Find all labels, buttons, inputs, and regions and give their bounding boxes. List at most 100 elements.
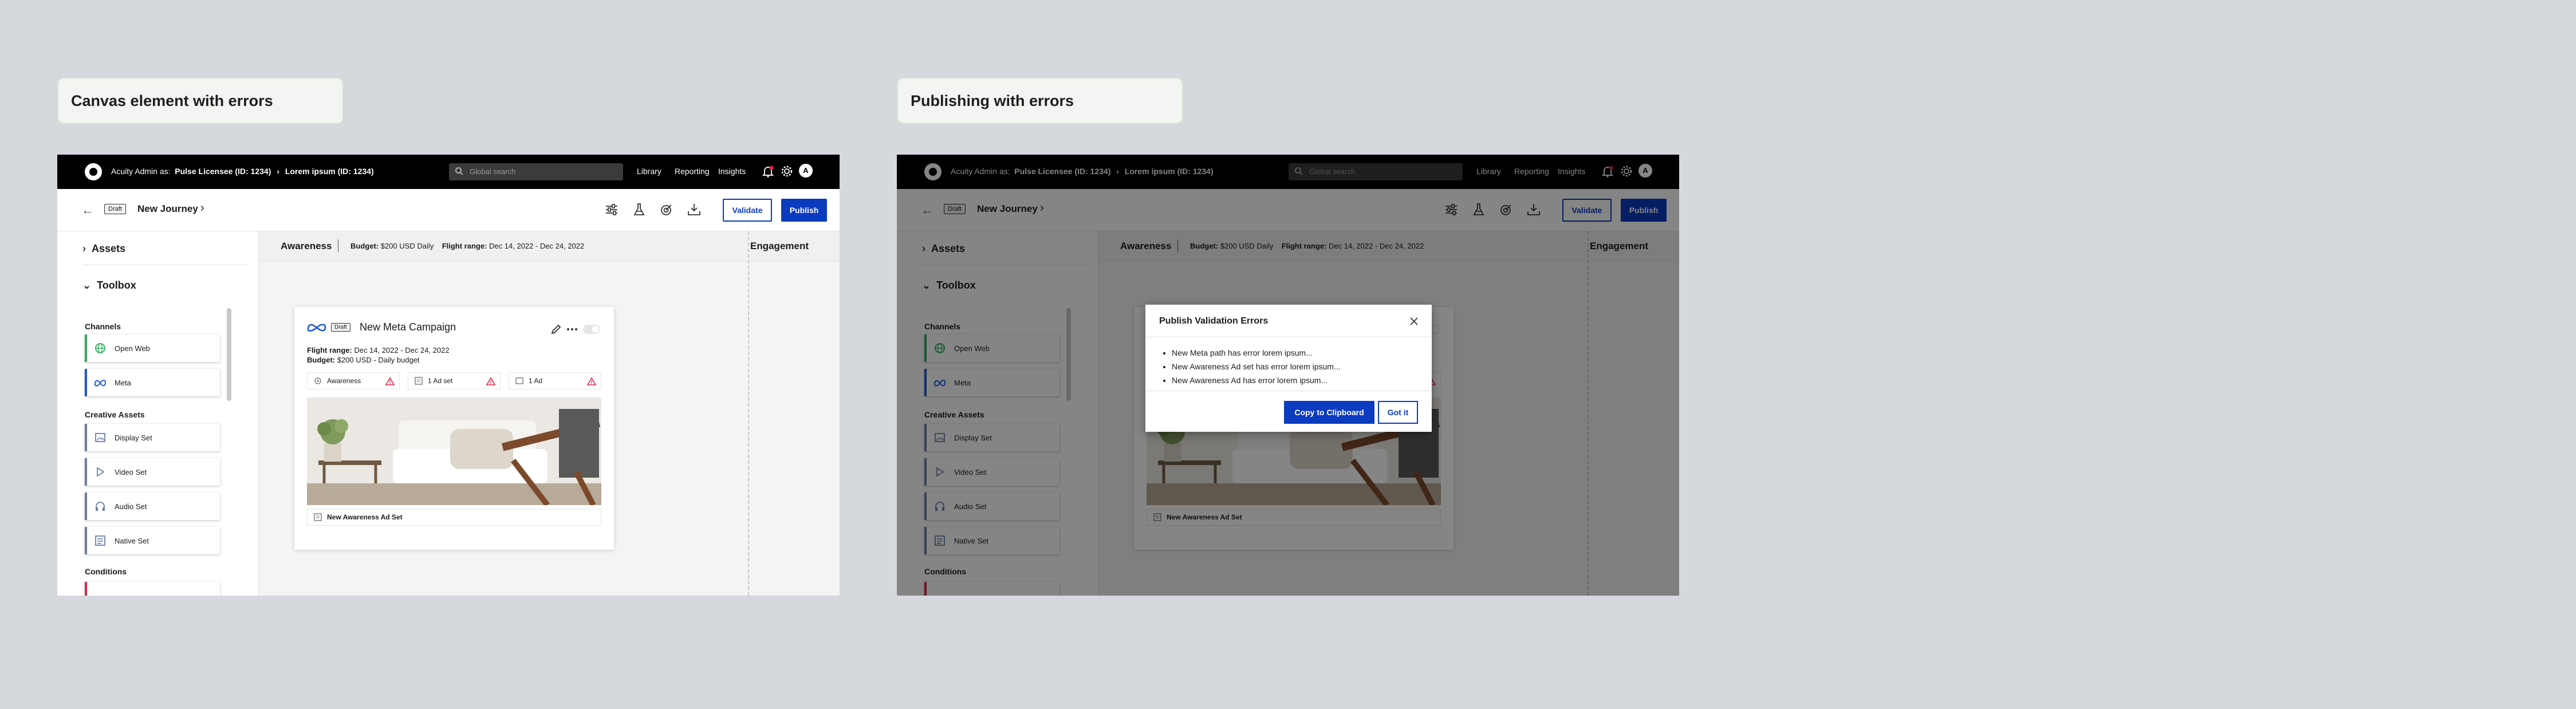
chevron-right-icon: › xyxy=(277,167,279,176)
toolbox-item-label: Display Set xyxy=(115,433,152,442)
ad-icon xyxy=(515,377,523,384)
chip-label: Awareness xyxy=(327,377,361,385)
play-icon xyxy=(97,467,105,477)
toolbox-item-video-set[interactable]: Video Set xyxy=(85,458,220,486)
toolbox-item-native-set[interactable]: Native Set xyxy=(85,527,220,554)
campaign-card[interactable]: Draft New Meta Campaign Flight range: De… xyxy=(294,307,614,550)
download-tray-icon[interactable] xyxy=(686,202,702,218)
left-sidebar: › Assets ⌄ Toolbox Channels Open Web Meta … xyxy=(57,231,259,596)
campaign-flight: Flight range: Dec 14, 2022 - Dec 24, 202… xyxy=(307,346,450,354)
filter-sliders-icon[interactable] xyxy=(604,202,620,218)
error-warning-icon xyxy=(385,377,395,385)
account-link[interactable]: Lorem ipsum (ID: 1234) xyxy=(285,167,374,176)
caption-publishing-errors: Publishing with errors xyxy=(897,77,1183,124)
chip-ad[interactable]: 1 Ad xyxy=(509,372,601,389)
error-item: New Awareness Ad set has error lorem ips… xyxy=(1172,360,1341,373)
draft-badge: Draft xyxy=(331,323,350,332)
toolbox-item-audio-set[interactable]: Audio Set xyxy=(85,493,220,520)
publish-errors-dialog: Publish Validation Errors New Meta path … xyxy=(1145,305,1432,432)
error-item: New Meta path has error lorem ipsum... xyxy=(1172,346,1341,360)
native-icon xyxy=(95,535,105,546)
image-icon xyxy=(95,433,105,442)
toolbox-section-toggle[interactable]: ⌄ Toolbox xyxy=(82,279,136,292)
category-creative-assets: Creative Assets xyxy=(85,410,145,419)
chip-awareness[interactable]: Awareness xyxy=(307,372,400,389)
campaign-toggle[interactable] xyxy=(583,325,600,334)
screen-publishing-errors: Acuity Admin as: Pulse Licensee (ID: 123… xyxy=(897,155,1679,596)
campaign-budget: Budget: $200 USD - Daily budget xyxy=(307,356,420,364)
toolbox-item-label: Native Set xyxy=(115,536,149,545)
user-avatar[interactable]: A xyxy=(799,164,813,178)
ad-preview-image xyxy=(307,397,601,505)
toolbox-item-label: Audio Set xyxy=(115,502,147,511)
nav-insights[interactable]: Insights xyxy=(718,167,746,176)
chevron-right-icon[interactable]: › xyxy=(200,202,204,215)
headphones-icon xyxy=(96,502,105,511)
toolbox-item-condition[interactable] xyxy=(85,582,220,596)
toolbox-item-open-web[interactable]: Open Web xyxy=(85,334,220,362)
toolbox-label: Toolbox xyxy=(97,279,136,291)
target-icon[interactable] xyxy=(659,202,675,218)
assets-label: Assets xyxy=(92,243,126,254)
meta-icon xyxy=(307,324,326,332)
chevron-down-icon: ⌄ xyxy=(82,279,92,291)
category-conditions: Conditions xyxy=(85,567,127,576)
journey-title[interactable]: New Journey xyxy=(137,203,198,215)
global-topbar: Acuity Admin as: Pulse Licensee (ID: 123… xyxy=(57,155,840,189)
close-icon[interactable] xyxy=(1409,316,1419,326)
toolbox-item-meta[interactable]: Meta xyxy=(85,369,220,396)
search-placeholder: Global search xyxy=(470,167,516,176)
toolbox-item-label: Open Web xyxy=(115,344,150,353)
sidebar-scrollbar[interactable] xyxy=(227,308,231,401)
assets-section-toggle[interactable]: › Assets xyxy=(82,243,125,255)
license-link[interactable]: Pulse Licensee (ID: 1234) xyxy=(175,167,271,176)
more-options-icon[interactable] xyxy=(566,323,578,336)
chip-ad-set[interactable]: 1 Ad set xyxy=(408,372,501,389)
error-list: New Meta path has error lorem ipsum... N… xyxy=(1172,346,1341,387)
ad-set-label: New Awareness Ad Set xyxy=(327,513,403,521)
chip-label: 1 Ad set xyxy=(428,377,453,385)
ad-set-row[interactable]: New Awareness Ad Set xyxy=(307,509,601,526)
draft-badge: Draft xyxy=(104,204,126,214)
journey-toolbar: ← Draft New Journey › Validate Publish xyxy=(57,189,840,231)
validate-button[interactable]: Validate xyxy=(723,199,772,222)
campaign-title: New Meta Campaign xyxy=(360,321,456,333)
toolbox-item-label: Video Set xyxy=(115,467,147,476)
edit-pencil-icon[interactable] xyxy=(550,323,562,336)
nav-reporting[interactable]: Reporting xyxy=(675,167,710,176)
chip-label: 1 Ad xyxy=(529,377,543,385)
toolbox-item-label: Meta xyxy=(115,378,131,387)
error-warning-icon xyxy=(486,377,495,385)
column-meta: Budget: $200 USD Daily Flight range: Dec… xyxy=(350,242,585,250)
toolbox-item-display-set[interactable]: Display Set xyxy=(85,424,220,451)
screen-canvas-errors: Acuity Admin as: Pulse Licensee (ID: 123… xyxy=(57,155,840,596)
chevron-right-icon: › xyxy=(82,243,86,254)
dialog-title: Publish Validation Errors xyxy=(1159,316,1269,326)
got-it-button[interactable]: Got it xyxy=(1378,401,1418,424)
account-breadcrumb: Acuity Admin as: Pulse Licensee (ID: 123… xyxy=(111,167,374,176)
notification-bell-icon[interactable] xyxy=(761,164,775,179)
search-icon xyxy=(455,167,463,175)
copy-to-clipboard-button[interactable]: Copy to Clipboard xyxy=(1284,401,1374,424)
meta-icon xyxy=(94,380,107,387)
flask-icon[interactable] xyxy=(631,202,647,218)
global-search-input[interactable]: Global search xyxy=(449,163,623,180)
category-channels: Channels xyxy=(85,322,121,331)
column-header: Awareness Budget: $200 USD Daily Flight … xyxy=(259,231,840,261)
column-title-awareness[interactable]: Awareness xyxy=(281,241,332,252)
column-divider xyxy=(748,231,749,596)
back-arrow-icon[interactable]: ← xyxy=(81,203,94,218)
error-warning-icon xyxy=(587,377,596,385)
acuity-logo-icon[interactable] xyxy=(85,163,102,180)
globe-icon xyxy=(95,343,105,353)
admin-prefix: Acuity Admin as: xyxy=(111,167,171,176)
column-title-engagement[interactable]: Engagement xyxy=(750,241,809,252)
objective-icon xyxy=(314,377,321,384)
ad-set-icon xyxy=(415,377,423,385)
error-item: New Awareness Ad has error lorem ipsum..… xyxy=(1172,373,1341,387)
ad-set-icon xyxy=(314,513,322,521)
publish-button[interactable]: Publish xyxy=(781,199,827,222)
nav-library[interactable]: Library xyxy=(637,167,661,176)
caption-canvas-errors: Canvas element with errors xyxy=(57,77,344,124)
settings-gear-icon[interactable] xyxy=(779,164,794,179)
